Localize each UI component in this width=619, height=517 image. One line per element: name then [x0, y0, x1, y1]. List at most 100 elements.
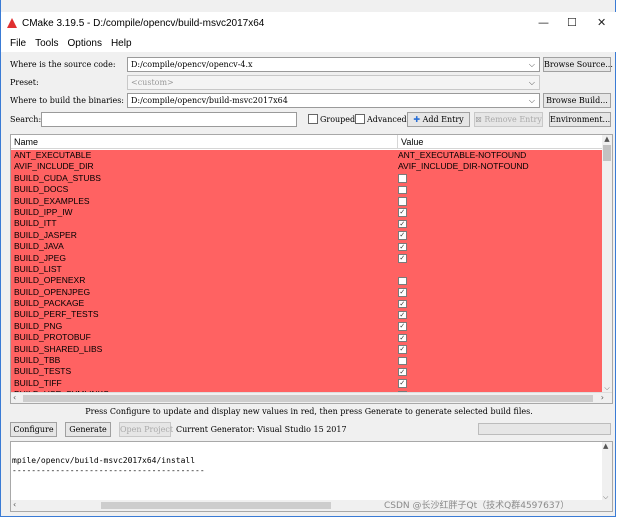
environment-button[interactable]: Environment...: [549, 112, 611, 127]
chevron-down-icon: ⌵: [528, 60, 535, 69]
value-checkbox[interactable]: ✓: [398, 219, 407, 229]
table-row[interactable]: BUILD_ITT ✓: [11, 218, 603, 230]
preset-select[interactable]: <custom> ⌵: [127, 75, 540, 90]
progress-bar: [478, 423, 611, 435]
value-checkbox[interactable]: [398, 276, 407, 286]
close-button[interactable]: ✕: [597, 16, 606, 29]
menu-options[interactable]: Options: [67, 38, 101, 49]
value-checkbox[interactable]: ✓: [398, 345, 407, 354]
variable-name: BUILD_JAVA: [14, 241, 64, 252]
minimize-button[interactable]: —: [538, 16, 549, 29]
variable-name: BUILD_ITT: [14, 218, 57, 229]
remove-entry-button[interactable]: ⊠ Remove Entry: [474, 112, 543, 127]
table-row[interactable]: BUILD_PERF_TESTS ✓: [11, 309, 603, 321]
variable-name: BUILD_OPENEXR: [14, 275, 86, 286]
value-checkbox[interactable]: ✓: [398, 242, 407, 252]
value-checkbox[interactable]: ✓: [398, 310, 407, 320]
window-title: CMake 3.19.5 - D:/compile/opencv/build-m…: [22, 17, 265, 29]
table-row[interactable]: BUILD_JASPER ✓: [11, 229, 603, 242]
table-row[interactable]: BUILD_EXAMPLES: [11, 195, 603, 207]
value-checkbox[interactable]: ✓: [398, 333, 407, 343]
table-row[interactable]: BUILD_OPENEXR: [11, 275, 603, 287]
maximize-button[interactable]: ☐: [567, 16, 577, 29]
browse-build-button[interactable]: Browse Build...: [543, 93, 611, 108]
value-checkbox[interactable]: ✓: [398, 367, 407, 377]
variable-value[interactable]: ANT_EXECUTABLE-NOTFOUND: [398, 150, 526, 161]
cmake-window: CMake 3.19.5 - D:/compile/opencv/build-m…: [0, 0, 617, 517]
table-row[interactable]: AVIF_INCLUDE_DIR AVIF_INCLUDE_DIR-NOTFOUN…: [11, 161, 603, 173]
table-horizontal-scrollbar[interactable]: ‹ ›: [11, 392, 612, 403]
variable-name: BUILD_EXAMPLES: [14, 195, 90, 206]
value-checkbox[interactable]: ✓: [398, 208, 407, 217]
value-checkbox[interactable]: ✓: [398, 299, 407, 309]
open-project-button[interactable]: Open Project: [119, 422, 173, 437]
output-vertical-scrollbar[interactable]: ▲ ⌵: [602, 442, 612, 502]
search-input[interactable]: [41, 112, 297, 127]
build-row: Where to build the binaries: D:/compile/…: [1, 93, 617, 109]
configure-button[interactable]: Configure: [10, 422, 57, 437]
table-rows: ANT_EXECUTABLE ANT_EXECUTABLE-NOTFOUND AVI…: [11, 150, 603, 401]
value-checkbox[interactable]: ✓: [398, 322, 407, 331]
table-vertical-scrollbar[interactable]: ▲ ⌵: [602, 135, 612, 393]
value-checkbox[interactable]: [398, 356, 407, 366]
variable-name: BUILD_IPP_IW: [14, 206, 73, 217]
column-header-name[interactable]: Name: [14, 137, 38, 147]
chevron-down-icon: ⌵: [528, 78, 535, 87]
menu-help[interactable]: Help: [111, 38, 132, 49]
value-checkbox[interactable]: ✓: [398, 379, 407, 388]
table-row[interactable]: BUILD_PNG ✓: [11, 320, 603, 333]
table-row[interactable]: BUILD_LIST: [11, 263, 603, 276]
grouped-checkbox[interactable]: [308, 114, 318, 124]
value-checkbox[interactable]: [398, 174, 407, 183]
value-checkbox[interactable]: ✓: [398, 254, 407, 263]
table-row[interactable]: BUILD_DOCS: [11, 184, 603, 196]
watermark: CSDN @长沙红胖子Qt（技术Q群4597637）: [384, 501, 570, 511]
scroll-up-icon[interactable]: ▲: [603, 442, 608, 450]
table-row[interactable]: BUILD_TBB: [11, 355, 603, 367]
table-row[interactable]: BUILD_OPENJPEG ✓: [11, 286, 603, 299]
search-label: Search:: [10, 115, 42, 124]
table-row[interactable]: BUILD_IPP_IW ✓: [11, 206, 603, 219]
scroll-left-icon[interactable]: ‹: [13, 500, 16, 509]
table-row[interactable]: BUILD_CUDA_STUBS: [11, 172, 603, 185]
table-row[interactable]: BUILD_JAVA ✓: [11, 241, 603, 253]
scrollbar-thumb[interactable]: [23, 395, 593, 402]
add-entry-button[interactable]: ✚ Add Entry: [407, 112, 470, 127]
build-path-input[interactable]: D:/compile/opencv/build-msvc2017x64 ⌵: [127, 93, 540, 108]
column-header-value[interactable]: Value: [397, 135, 423, 149]
scroll-left-icon[interactable]: ‹: [13, 393, 16, 402]
source-path-value: D:/compile/opencv/opencv-4.x: [131, 60, 253, 69]
browse-source-button[interactable]: Browse Source...: [543, 57, 613, 72]
table-row[interactable]: BUILD_TESTS ✓: [11, 366, 603, 378]
value-checkbox[interactable]: [398, 197, 407, 206]
variable-name: BUILD_SHARED_LIBS: [14, 343, 103, 354]
variable-value[interactable]: AVIF_INCLUDE_DIR-NOTFOUND: [398, 161, 529, 172]
variable-name: BUILD_JASPER: [14, 229, 77, 240]
generate-button[interactable]: Generate: [65, 422, 111, 437]
value-checkbox[interactable]: ✓: [398, 231, 407, 240]
scroll-right-icon[interactable]: ›: [601, 393, 604, 402]
advanced-label: Advanced: [367, 115, 407, 124]
info-message: Press Configure to update and display ne…: [85, 407, 533, 416]
source-path-input[interactable]: D:/compile/opencv/opencv-4.x ⌵: [127, 57, 540, 72]
table-row[interactable]: BUILD_PACKAGE ✓: [11, 298, 603, 310]
build-path-value: D:/compile/opencv/build-msvc2017x64: [131, 96, 288, 105]
table-row[interactable]: BUILD_TIFF ✓: [11, 377, 603, 390]
scrollbar-thumb[interactable]: [101, 502, 331, 509]
value-checkbox[interactable]: ✓: [398, 288, 407, 297]
advanced-checkbox[interactable]: [355, 114, 365, 124]
table-header: Name Value: [11, 135, 603, 149]
scroll-up-icon[interactable]: ▲: [602, 135, 612, 143]
menu-file[interactable]: File: [10, 38, 26, 49]
build-label: Where to build the binaries:: [10, 96, 125, 105]
cache-variables-table[interactable]: Name Value ANT_EXECUTABLE ANT_EXECUTABLE-…: [10, 134, 613, 404]
table-row[interactable]: ANT_EXECUTABLE ANT_EXECUTABLE-NOTFOUND: [11, 150, 603, 162]
table-row[interactable]: BUILD_SHARED_LIBS ✓: [11, 343, 603, 356]
table-row[interactable]: BUILD_PROTOBUF ✓: [11, 332, 603, 344]
value-checkbox[interactable]: [398, 185, 407, 195]
variable-name: BUILD_OPENJPEG: [14, 286, 91, 297]
menu-tools[interactable]: Tools: [35, 38, 58, 49]
add-entry-label: Add Entry: [422, 115, 464, 124]
table-row[interactable]: BUILD_JPEG ✓: [11, 252, 603, 264]
scrollbar-thumb[interactable]: [603, 145, 611, 161]
